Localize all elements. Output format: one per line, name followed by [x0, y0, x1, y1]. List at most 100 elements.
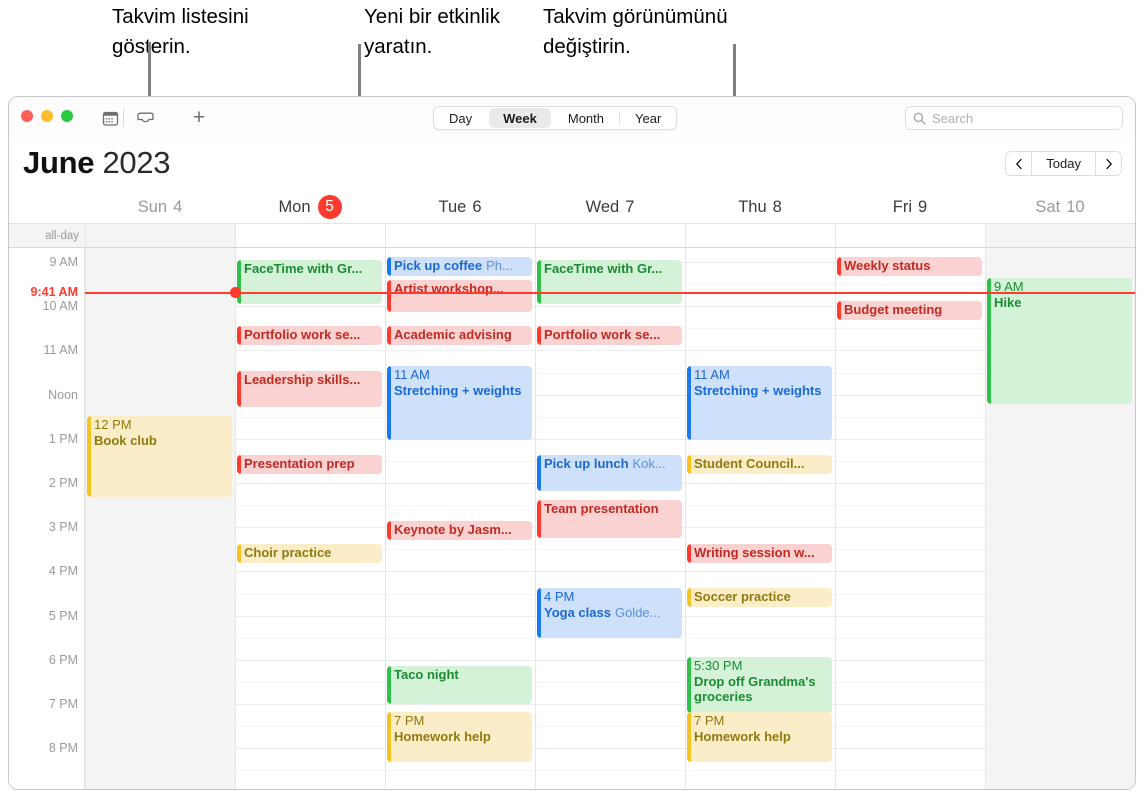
event-title: Presentation prep: [244, 456, 355, 471]
event-color-bar: [687, 712, 691, 762]
all-day-cell-mon[interactable]: [235, 224, 385, 247]
time-gutter: 9 AM 10 AM 11 AM Noon 1 PM 2 PM 3 PM 4 PM 5 PM 6 …: [9, 248, 85, 789]
toolbar: + Day Week Month Year Search: [9, 97, 1135, 139]
event-color-bar: [237, 455, 241, 474]
calendar-event[interactable]: Taco night: [387, 666, 532, 704]
hour-label: 4 PM: [48, 564, 78, 579]
calendar-event[interactable]: 7 PM Homework help: [387, 712, 532, 762]
calendar-list-icon[interactable]: [98, 106, 122, 130]
all-day-cell-thu[interactable]: [685, 224, 835, 247]
view-segmented-control[interactable]: Day Week Month Year: [433, 106, 678, 130]
event-color-bar: [687, 588, 691, 607]
calendar-event[interactable]: 11 AM Stretching + weights: [387, 366, 532, 440]
event-title: Drop off Grandma's groceries: [694, 673, 816, 705]
calendar-event[interactable]: Artist workshop...: [387, 280, 532, 312]
event-title: Weekly status: [844, 258, 931, 273]
search-field[interactable]: Search: [905, 106, 1123, 130]
calendar-event[interactable]: Portfolio work se...: [537, 326, 682, 345]
calendar-event[interactable]: Pick up lunch Kok...: [537, 455, 682, 491]
segment-divider: [552, 112, 553, 124]
day-header-row: Sun 4 Mon 5 Tue 6 Wed 7 Thu 8 Fri 9 Sat 10: [9, 191, 1135, 224]
calendar-event[interactable]: Budget meeting: [837, 301, 982, 320]
previous-week-button[interactable]: [1005, 151, 1033, 176]
event-color-bar: [537, 455, 541, 491]
calendar-event[interactable]: Choir practice: [237, 544, 382, 563]
event-title: FaceTime with Gr...: [244, 261, 363, 276]
day-number: 10: [1066, 197, 1085, 216]
today-button[interactable]: Today: [1032, 151, 1095, 176]
day-column-sun[interactable]: [85, 248, 235, 789]
event-time: 11 AM: [394, 367, 430, 382]
view-tab-week[interactable]: Week: [489, 108, 551, 128]
screenshot-root: Takvim listesini gösterin. Yeni bir etkin…: [0, 0, 1144, 798]
calendar-event[interactable]: 4 PM Yoga class Golde...: [537, 588, 682, 638]
today-label: Today: [1046, 156, 1081, 171]
calendar-event[interactable]: Portfolio work se...: [237, 326, 382, 345]
next-week-button[interactable]: [1095, 151, 1122, 176]
event-title: Writing session w...: [694, 545, 815, 560]
day-header-sat[interactable]: Sat 10: [985, 191, 1135, 223]
calendar-event[interactable]: 9 AM Hike: [987, 278, 1132, 404]
day-header-thu[interactable]: Thu 8: [685, 191, 835, 223]
day-header-mon[interactable]: Mon 5: [235, 191, 385, 223]
event-color-bar: [237, 326, 241, 345]
view-tab-year[interactable]: Year: [621, 108, 675, 128]
all-day-cell-sat[interactable]: [985, 224, 1135, 247]
minimize-button[interactable]: [41, 110, 53, 122]
event-title: Pick up lunch: [544, 456, 629, 471]
close-button[interactable]: [21, 110, 33, 122]
event-color-bar: [987, 278, 991, 404]
hour-label: 10 AM: [42, 299, 78, 314]
year-label: 2023: [102, 145, 171, 180]
event-title: Stretching + weights: [694, 382, 822, 398]
all-day-cell-tue[interactable]: [385, 224, 535, 247]
event-title: Budget meeting: [844, 302, 943, 317]
calendar-event[interactable]: Leadership skills...: [237, 371, 382, 407]
calendar-event[interactable]: Weekly status: [837, 257, 982, 276]
day-number: 4: [173, 197, 183, 216]
event-title: Artist workshop...: [394, 281, 504, 296]
calendar-event[interactable]: 11 AM Stretching + weights: [687, 366, 832, 440]
event-title: Team presentation: [544, 501, 659, 516]
day-column-fri[interactable]: [835, 248, 985, 789]
current-time-dot: [229, 287, 241, 299]
calendar-event[interactable]: Student Council...: [687, 455, 832, 474]
calendar-event[interactable]: Team presentation: [537, 500, 682, 538]
calendar-event[interactable]: 5:30 PM Drop off Grandma's groceries: [687, 657, 832, 713]
zoom-button[interactable]: [61, 110, 73, 122]
day-header-tue[interactable]: Tue 6: [385, 191, 535, 223]
event-time: 11 AM: [694, 367, 730, 382]
calendar-event[interactable]: FaceTime with Gr...: [237, 260, 382, 304]
hour-label: Noon: [48, 387, 78, 402]
inbox-icon[interactable]: [133, 106, 157, 130]
day-header-sun[interactable]: Sun 4: [85, 191, 235, 223]
week-grid[interactable]: 9 AM 10 AM 11 AM Noon 1 PM 2 PM 3 PM 4 PM 5 PM 6 …: [9, 248, 1135, 789]
segment-divider: [619, 112, 620, 124]
calendar-event[interactable]: Writing session w...: [687, 544, 832, 563]
calendar-event[interactable]: Presentation prep: [237, 455, 382, 474]
calendar-event[interactable]: Academic advising: [387, 326, 532, 345]
all-day-cell-fri[interactable]: [835, 224, 985, 247]
all-day-cell-sun[interactable]: [85, 224, 235, 247]
calendar-event[interactable]: Keynote by Jasm...: [387, 521, 532, 540]
calendar-event[interactable]: 12 PM Book club: [87, 416, 232, 497]
calendar-event[interactable]: FaceTime with Gr...: [537, 260, 682, 304]
event-location: Ph...: [486, 258, 513, 273]
current-time-line: [85, 292, 1135, 294]
event-color-bar: [537, 588, 541, 638]
day-header-fri[interactable]: Fri 9: [835, 191, 985, 223]
new-event-button[interactable]: +: [187, 106, 211, 130]
view-tab-month[interactable]: Month: [554, 108, 618, 128]
day-number: 7: [625, 197, 635, 216]
event-color-bar: [387, 666, 391, 704]
day-header-wed[interactable]: Wed 7: [535, 191, 685, 223]
calendar-event[interactable]: 7 PM Homework help: [687, 712, 832, 762]
calendar-event[interactable]: Pick up coffee Ph...: [387, 257, 532, 276]
month-label: June: [23, 145, 95, 180]
calendar-event[interactable]: Soccer practice: [687, 588, 832, 607]
event-color-bar: [237, 544, 241, 563]
annotation-callout-0: Takvim listesini gösterin.: [112, 5, 249, 58]
event-color-bar: [687, 657, 691, 713]
view-tab-day[interactable]: Day: [435, 108, 486, 128]
all-day-cell-wed[interactable]: [535, 224, 685, 247]
